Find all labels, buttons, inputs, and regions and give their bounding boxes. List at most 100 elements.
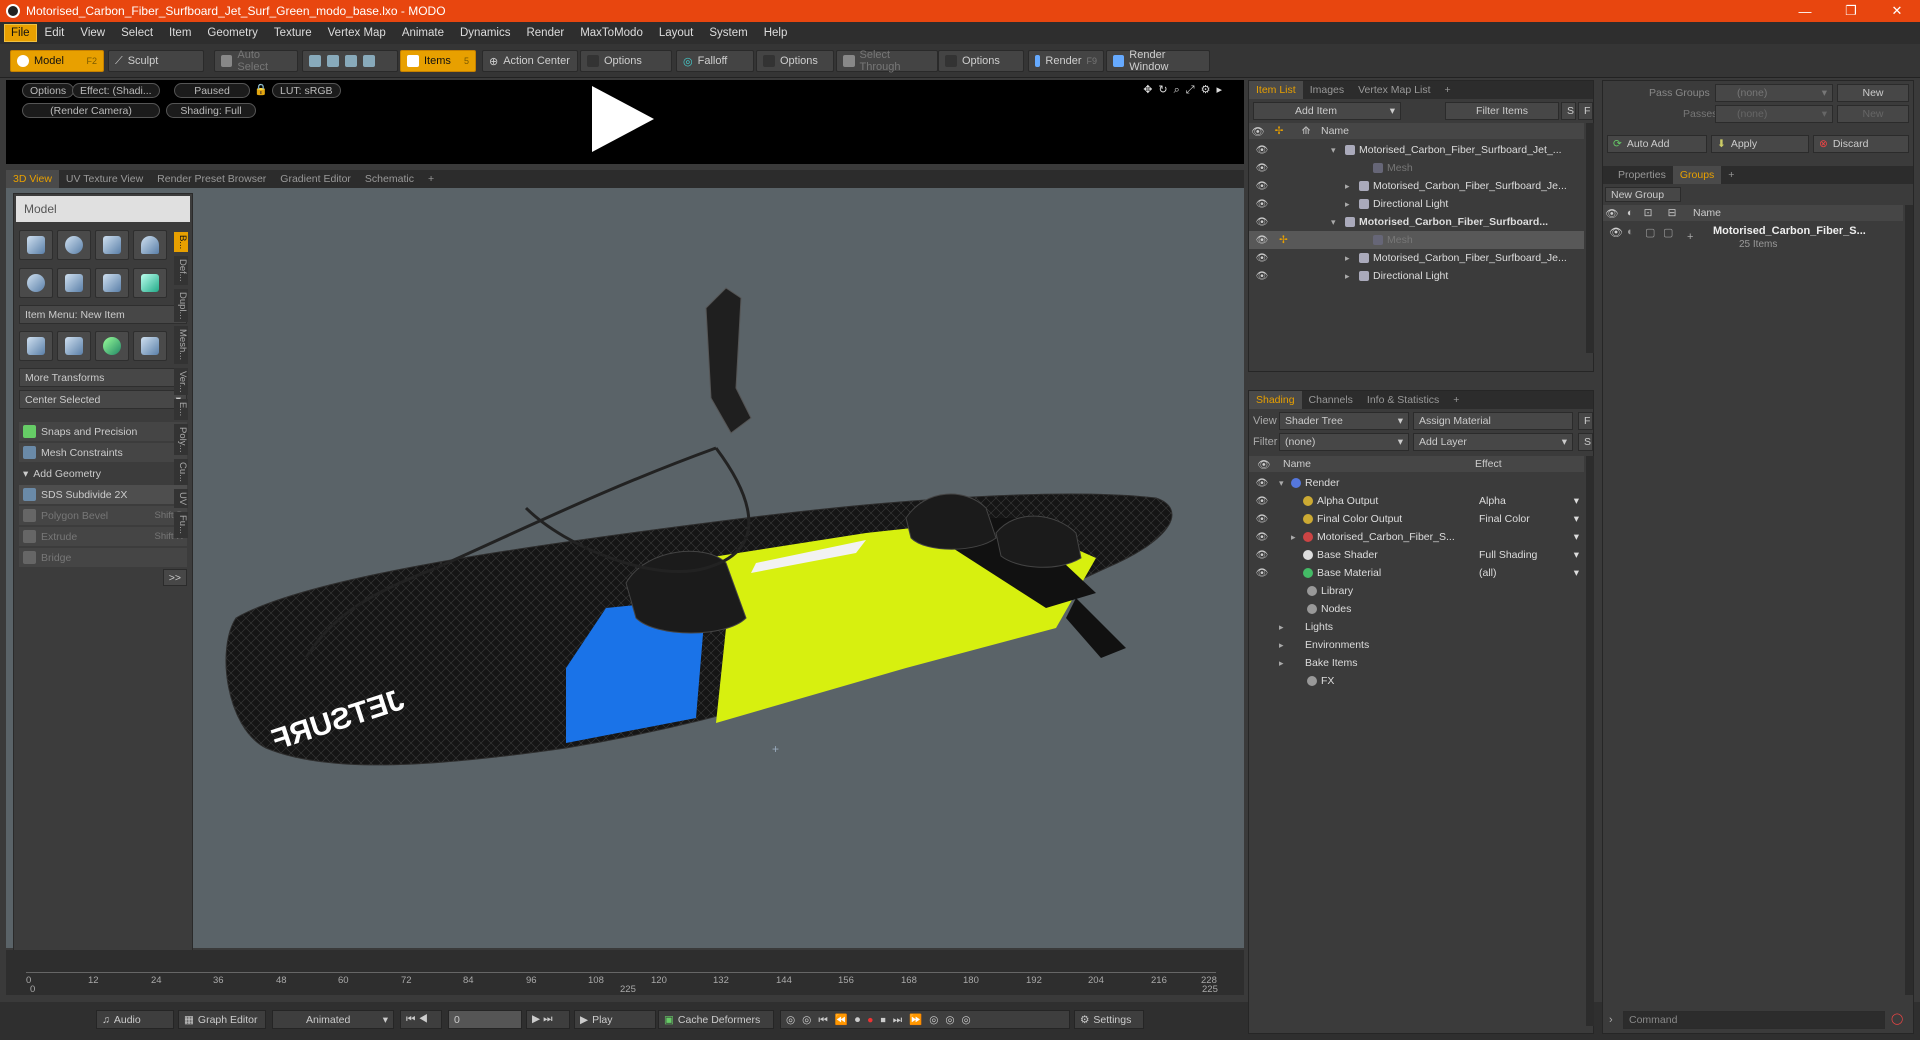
group-row[interactable]: 👁 ◐ ▢ ▢ + Motorised_Carbon_Fiber_S... 25… — [1603, 223, 1903, 253]
text-tool-button[interactable] — [133, 268, 167, 298]
item-row[interactable]: 👁 ▸ Directional Light — [1249, 195, 1584, 213]
expand-arrow-icon[interactable]: ▸ — [1345, 271, 1350, 282]
cache-deformers-button[interactable]: ▣ Cache Deformers — [658, 1010, 774, 1029]
expand-arrow-icon[interactable]: ▸ — [1279, 658, 1284, 669]
active-lock-icon[interactable]: ✢ — [1279, 234, 1288, 246]
shader-row[interactable]: ▸ Lights — [1249, 618, 1584, 636]
discard-button[interactable]: ⊗ Discard — [1813, 135, 1909, 153]
action-center-button[interactable]: ⊕ Action Center — [482, 50, 578, 72]
vertices-mode-icon[interactable] — [309, 55, 321, 67]
item-menu-dropdown[interactable]: Item Menu: New Item▾ — [19, 305, 187, 324]
audio-button[interactable]: ♫ Audio — [96, 1010, 174, 1029]
snaps-precision-button[interactable]: Snaps and Precision — [19, 422, 187, 441]
shader-row[interactable]: 👁 Final Color Output Final Color ▾ — [1249, 510, 1584, 528]
add-geometry-section[interactable]: ▾ Add Geometry — [19, 464, 187, 483]
side-tab-uv[interactable]: UV — [174, 489, 188, 509]
shader-row[interactable]: FX — [1249, 672, 1584, 690]
eye-icon[interactable]: 👁 — [1255, 271, 1269, 282]
render-window-button[interactable]: Render Window — [1106, 49, 1210, 73]
minimize-button[interactable]: — — [1782, 0, 1828, 22]
expand-icon[interactable]: + — [1687, 231, 1693, 243]
globe-button[interactable] — [95, 331, 129, 361]
falloff-button[interactable]: ◎ Falloff — [676, 50, 754, 72]
tab-groups[interactable]: Groups — [1672, 166, 1722, 184]
side-tab-curve[interactable]: Cu... — [174, 459, 188, 486]
close-button[interactable]: ✕ — [1874, 0, 1920, 22]
item-row[interactable]: 👁 Mesh ✢ — [1249, 231, 1584, 249]
more-transforms-dropdown[interactable]: More Transforms▾ — [19, 368, 187, 387]
item-row[interactable]: 👁 ▾ Motorised_Carbon_Fiber_Surfboard... — [1249, 213, 1584, 231]
item-list-f-button[interactable]: F — [1578, 102, 1593, 120]
item-row[interactable]: 👁 ▾ Motorised_Carbon_Fiber_Surfboard_Jet_.… — [1249, 141, 1584, 159]
preview-effect-dropdown[interactable]: Effect: (Shadi... — [72, 83, 160, 98]
menu-system[interactable]: System — [701, 22, 755, 44]
item-list-s-button[interactable]: S — [1561, 102, 1576, 120]
polygons-mode-icon[interactable] — [345, 55, 357, 67]
select-through-button[interactable]: Select Through — [836, 49, 938, 73]
apply-button[interactable]: ⬇ Apply — [1711, 135, 1809, 153]
torus-primitive-button[interactable] — [19, 268, 53, 298]
transform-button[interactable] — [19, 331, 53, 361]
skip-back-buttons[interactable]: ⏮◀ — [400, 1010, 442, 1029]
add-tab-button[interactable]: + — [1721, 166, 1741, 184]
menu-edit[interactable]: Edit — [37, 22, 73, 44]
eye-icon[interactable]: 👁 — [1255, 163, 1269, 174]
tab-3d-view[interactable]: 3D View — [6, 170, 59, 188]
play-icon[interactable] — [592, 86, 654, 152]
tab-item-list[interactable]: Item List — [1249, 81, 1303, 99]
dropdown-arrow-icon[interactable]: ▾ — [1574, 549, 1579, 561]
menu-animate[interactable]: Animate — [394, 22, 452, 44]
sphere-primitive-button[interactable] — [57, 230, 91, 260]
shader-effect-value[interactable]: Alpha — [1479, 495, 1506, 507]
eye-icon[interactable]: 👁 — [1255, 514, 1269, 525]
menu-file[interactable]: File — [4, 24, 37, 42]
item-row[interactable]: 👁 ▸ Directional Light — [1249, 267, 1584, 285]
groups-scrollbar[interactable] — [1905, 205, 1913, 995]
model-mode-button[interactable]: Model F2 — [10, 50, 104, 72]
tab-channels[interactable]: Channels — [1302, 391, 1360, 409]
side-tab-edge[interactable]: E... — [174, 399, 188, 420]
dropdown-arrow-icon[interactable]: ▾ — [1574, 513, 1579, 525]
side-tab-vertex[interactable]: Ver... — [174, 367, 188, 396]
eye-icon[interactable]: 👁 — [1255, 145, 1269, 156]
shader-row[interactable]: ▸ Environments — [1249, 636, 1584, 654]
menu-maxtomodo[interactable]: MaxToModo — [572, 22, 651, 44]
play-button[interactable]: ▶ Play — [574, 1010, 656, 1029]
eye-icon[interactable]: 👁 — [1255, 253, 1269, 264]
shader-effect-value[interactable]: (all) — [1479, 567, 1497, 579]
item-row[interactable]: 👁 Mesh — [1249, 159, 1584, 177]
shading-s-button[interactable]: S — [1578, 433, 1593, 451]
skip-forward-buttons[interactable]: ▶⏭ — [526, 1010, 570, 1029]
menu-render[interactable]: Render — [518, 22, 572, 44]
tab-render-preset-browser[interactable]: Render Preset Browser — [150, 170, 273, 188]
expand-arrow-icon[interactable]: ▸ — [1291, 532, 1296, 543]
filter-dropdown[interactable]: (none) ▾ — [1279, 433, 1409, 451]
new-group-button[interactable]: New Group — [1605, 187, 1681, 202]
mesh-constraints-button[interactable]: Mesh Constraints — [19, 443, 187, 462]
shading-dropdown[interactable]: Shading: Full — [166, 103, 256, 118]
command-record-icon[interactable]: ◯ — [1891, 1012, 1903, 1025]
shader-row[interactable]: 👁 ▾ Render — [1249, 474, 1584, 492]
side-tab-mesh[interactable]: Mesh... — [174, 326, 188, 364]
menu-vertex-map[interactable]: Vertex Map — [320, 22, 394, 44]
shader-row[interactable]: 👁 ▸ Motorised_Carbon_Fiber_S... ▾ — [1249, 528, 1584, 546]
menu-dynamics[interactable]: Dynamics — [452, 22, 518, 44]
render-camera-dropdown[interactable]: (Render Camera) — [22, 103, 160, 118]
bridge-button[interactable]: Bridge — [19, 548, 187, 567]
add-tab-button[interactable]: + — [1438, 81, 1458, 99]
eye-icon[interactable]: 👁 — [1255, 217, 1269, 228]
render-icon[interactable]: ◐ — [1627, 226, 1634, 238]
new-pass-group-button[interactable]: New — [1837, 84, 1909, 102]
shading-f-button[interactable]: F — [1578, 412, 1593, 430]
shader-effect-value[interactable]: Full Shading — [1479, 549, 1537, 561]
dropdown-arrow-icon[interactable]: ▾ — [1574, 495, 1579, 507]
eye-icon[interactable]: 👁 — [1609, 226, 1623, 239]
tab-vertex-map-list[interactable]: Vertex Map List — [1351, 81, 1437, 99]
auto-add-button[interactable]: ⟳ Auto Add — [1607, 135, 1707, 153]
auto-select-button[interactable]: Auto Select — [214, 49, 298, 73]
pass-groups-dropdown[interactable]: (none) ▾ — [1715, 84, 1833, 102]
dropdown-arrow-icon[interactable]: ▾ — [1574, 531, 1579, 543]
side-tab-duplicate[interactable]: Dupl... — [174, 288, 188, 323]
preview-paused-toggle[interactable]: Paused — [174, 83, 250, 98]
maximize-button[interactable]: ❐ — [1828, 0, 1874, 22]
